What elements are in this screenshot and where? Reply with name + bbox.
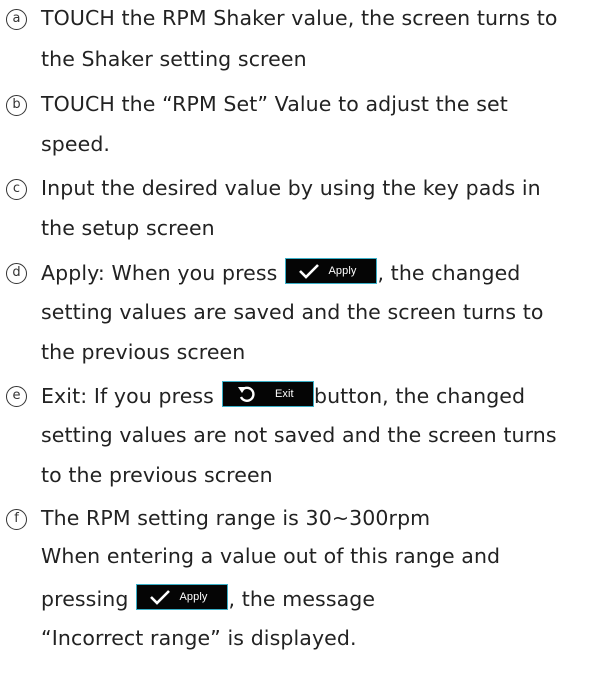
item-f-line-4: “Incorrect range” is displayed. — [41, 626, 357, 650]
item-a-line-2: the Shaker setting screen — [41, 47, 307, 71]
apply-label: Apply — [328, 265, 357, 277]
item-d-line-1: Apply: When you press Apply , the changed — [41, 258, 520, 288]
item-d-text-after: , the changed — [377, 261, 521, 285]
item-f-line-3: pressing Apply , the message — [41, 584, 375, 614]
circled-letter-f: f — [6, 509, 27, 530]
circled-letter-b: b — [6, 95, 27, 116]
item-e-text-before: Exit: If you press — [41, 384, 214, 408]
item-e-text-after: button, the changed — [313, 384, 526, 408]
item-d-text-before: Apply: When you press — [41, 261, 278, 285]
exit-label: Exit — [274, 388, 294, 400]
item-d-line-2: setting values are saved and the screen … — [41, 300, 544, 324]
item-f-line-2: When entering a value out of this range … — [41, 544, 501, 568]
item-c-line-2: the setup screen — [41, 216, 215, 240]
apply-button-image: Apply — [285, 258, 378, 284]
checkmark-icon — [299, 264, 320, 279]
item-f-text-before: pressing — [41, 587, 129, 611]
instruction-list: a TOUCH the RPM Shaker value, the screen… — [0, 0, 602, 691]
item-e-line-3: to the previous screen — [41, 463, 273, 487]
circled-letter-a: a — [6, 9, 27, 30]
circled-letter-c: c — [6, 179, 27, 200]
item-b-line-2: speed. — [41, 132, 111, 156]
undo-arrow-icon — [237, 386, 255, 402]
apply-button-image-2: Apply — [136, 584, 229, 610]
item-d-line-3: the previous screen — [41, 340, 246, 364]
apply-label-2: Apply — [179, 591, 208, 603]
item-c-line-1: Input the desired value by using the key… — [41, 176, 541, 200]
exit-button-image: Exit — [221, 381, 314, 407]
item-e-line-1: Exit: If you press Exit button, the change… — [41, 381, 525, 411]
checkmark-icon — [150, 590, 171, 605]
item-b-line-1: TOUCH the “RPM Set” Value to adjust the … — [41, 92, 508, 116]
item-a-line-1: TOUCH the RPM Shaker value, the screen t… — [41, 6, 558, 30]
circled-letter-d: d — [6, 263, 27, 284]
item-f-text-after: , the message — [228, 587, 376, 611]
item-e-line-2: setting values are not saved and the scr… — [41, 423, 557, 447]
circled-letter-e: e — [6, 386, 27, 407]
item-f-line-1: The RPM setting range is 30~300rpm — [41, 506, 431, 530]
